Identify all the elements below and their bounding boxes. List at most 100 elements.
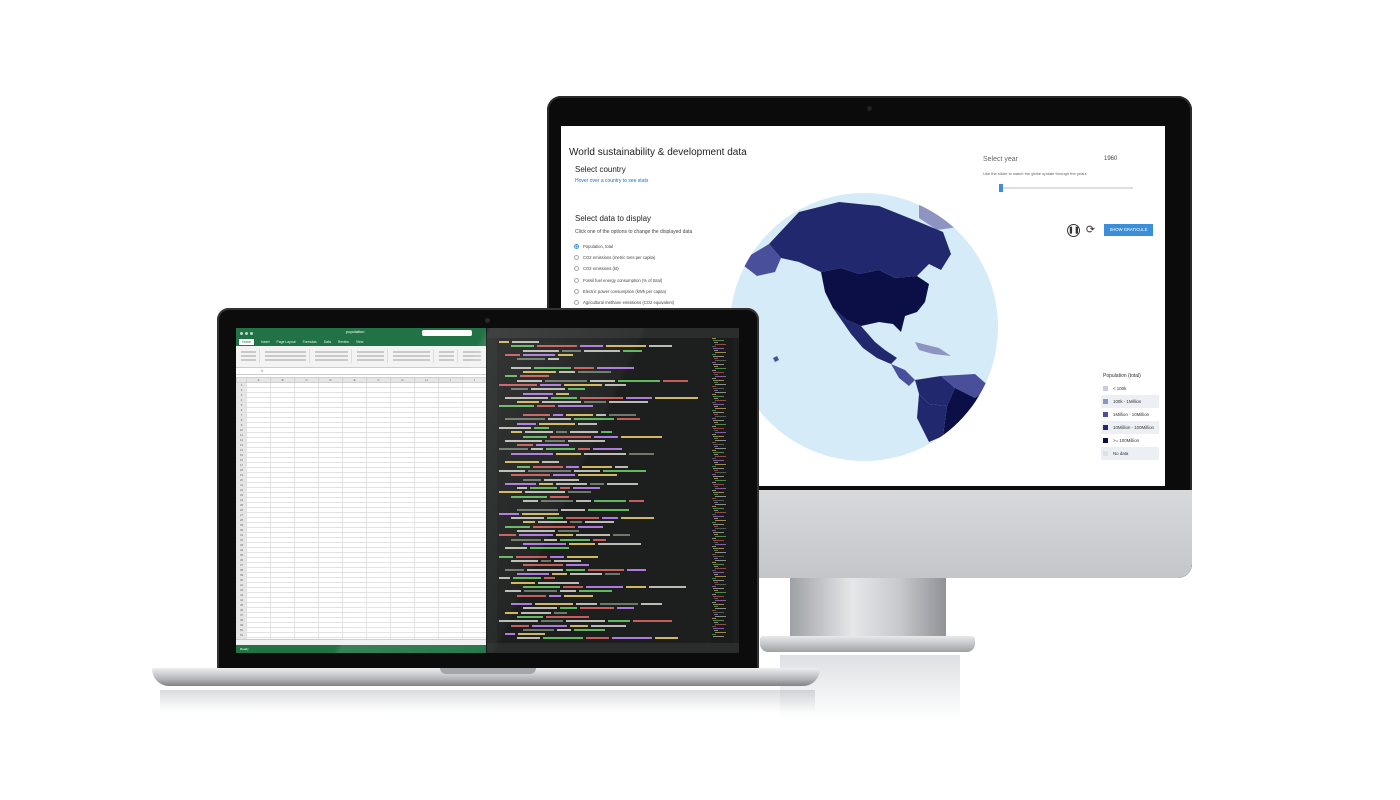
- data-option[interactable]: CO2 emissions (metric tons per capita): [574, 252, 674, 263]
- paste-button[interactable]: [238, 349, 260, 363]
- code-token: [533, 525, 575, 528]
- formula-bar[interactable]: fx: [236, 368, 486, 375]
- country-brazil[interactable]: [943, 388, 999, 462]
- close-icon[interactable]: [240, 331, 243, 335]
- code-token: [590, 379, 615, 382]
- radio-button[interactable]: [574, 288, 579, 294]
- legend-title: Population (total): [1103, 373, 1141, 379]
- code-token: [558, 405, 593, 408]
- code-token: [523, 628, 554, 631]
- minimap-line: [714, 414, 718, 415]
- code-token: [576, 534, 610, 537]
- legend-item: No data: [1101, 447, 1159, 460]
- code-token: [663, 379, 688, 382]
- minimap-line: [713, 436, 724, 437]
- radio-button[interactable]: [574, 244, 579, 250]
- minimap[interactable]: [711, 338, 733, 643]
- data-option[interactable]: CO2 emissions (kt): [574, 263, 674, 274]
- code-token: [605, 573, 620, 576]
- maximize-icon[interactable]: [250, 331, 253, 335]
- code-token: [530, 487, 557, 490]
- data-option[interactable]: Fossil fuel energy consumption (% of tot…: [574, 275, 674, 286]
- legend-label: No data: [1113, 451, 1129, 456]
- minimap-line: [715, 376, 726, 377]
- minimap-line: [715, 616, 726, 617]
- ribbon-tab-insert[interactable]: Insert: [261, 340, 269, 344]
- year-slider[interactable]: [999, 187, 1133, 189]
- ribbon-tab-formulas[interactable]: Formulas: [303, 340, 317, 344]
- year-slider-thumb[interactable]: [999, 184, 1003, 192]
- minimap-line: [715, 440, 726, 441]
- minimap-line: [712, 354, 716, 355]
- code-token: [505, 375, 517, 378]
- code-token: [570, 521, 582, 524]
- radio-button[interactable]: [574, 266, 579, 272]
- code-token: [578, 422, 597, 425]
- editing-group[interactable]: [460, 349, 484, 363]
- camera: [485, 318, 490, 323]
- code-token: [499, 491, 522, 494]
- radio-button[interactable]: [574, 255, 579, 261]
- radio-button[interactable]: [574, 300, 579, 306]
- search-input[interactable]: [422, 330, 472, 336]
- ribbon-tab-home[interactable]: Home: [239, 339, 255, 345]
- minimap-line: [715, 448, 726, 449]
- code-token: [511, 538, 541, 541]
- code-token: [618, 379, 660, 382]
- font-group[interactable]: [262, 349, 310, 363]
- code-token: [600, 603, 638, 606]
- minimap-line: [714, 486, 718, 487]
- pause-icon[interactable]: ❚❚: [1067, 224, 1080, 237]
- code-token: [594, 435, 618, 438]
- laptop-reflection: [160, 690, 815, 712]
- refresh-icon[interactable]: ⟳: [1084, 224, 1097, 237]
- select-country-heading: Select country: [575, 165, 626, 174]
- minimap-line: [713, 636, 724, 637]
- minimap-line: [713, 572, 724, 573]
- code-token: [499, 577, 510, 580]
- code-token: [566, 414, 593, 417]
- number-group[interactable]: [354, 349, 388, 363]
- minimap-line: [712, 378, 716, 379]
- spreadsheet-grid[interactable]: A B C D E F G H I J 1 2 3 4 5 6 7 8 9 10 11 12 13 14 15 16 17 18 19 2…: [236, 377, 486, 653]
- ribbon-tab-page-layout[interactable]: Page Layout: [277, 340, 296, 344]
- code-token: [564, 383, 602, 386]
- code-token: [578, 448, 590, 451]
- styles-group[interactable]: [390, 349, 434, 363]
- code-token: [531, 388, 565, 391]
- code-token: [556, 431, 567, 434]
- data-option[interactable]: Population, total: [574, 241, 674, 252]
- data-option[interactable]: Agricultural methane emissions (CO2 equi…: [574, 297, 674, 308]
- code-token: [530, 547, 569, 550]
- globe[interactable]: [729, 192, 999, 462]
- ribbon-tab-view[interactable]: View: [356, 340, 363, 344]
- minimap-line: [714, 542, 718, 543]
- minimap-line: [713, 532, 724, 533]
- code-token: [554, 611, 567, 614]
- show-graticule-button[interactable]: SHOW GRATICULE: [1104, 224, 1153, 236]
- data-option[interactable]: Electric power consumption (kWh per capi…: [574, 286, 674, 297]
- minimap-line: [713, 500, 724, 501]
- code-token: [523, 392, 553, 395]
- minimap-line: [715, 384, 726, 385]
- code-token: [553, 414, 563, 417]
- radio-button[interactable]: [574, 277, 579, 283]
- ribbon-tab-data[interactable]: Data: [324, 340, 331, 344]
- code-token: [527, 568, 563, 571]
- code-token: [655, 637, 678, 640]
- minimize-icon[interactable]: [245, 331, 248, 335]
- minimap-line: [715, 592, 726, 593]
- function-icon[interactable]: fx: [256, 369, 268, 373]
- minimap-line: [714, 446, 718, 447]
- code-token: [499, 512, 519, 515]
- code-area[interactable]: [499, 340, 709, 641]
- minimap-line: [713, 404, 724, 405]
- ribbon-tab-review[interactable]: Review: [338, 340, 349, 344]
- code-line: [499, 499, 709, 503]
- alignment-group[interactable]: [312, 349, 352, 363]
- code-token: [556, 392, 569, 395]
- code-token: [540, 383, 561, 386]
- minimap-line: [714, 350, 718, 351]
- page-title: World sustainability & development data: [569, 147, 747, 158]
- cells-group[interactable]: [436, 349, 458, 363]
